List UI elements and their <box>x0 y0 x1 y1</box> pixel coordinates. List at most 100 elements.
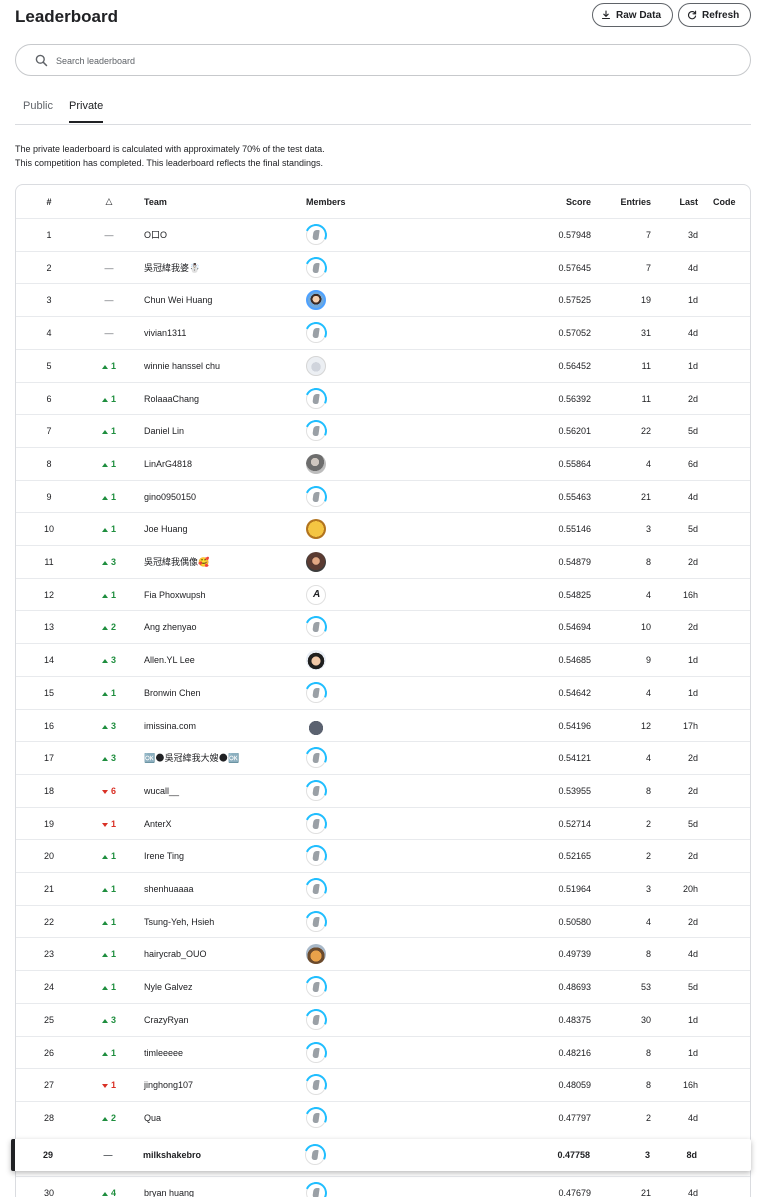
avatar[interactable] <box>306 780 326 801</box>
table-row[interactable]: 27 1 jinghong107 0.48059 8 16h <box>16 1068 750 1100</box>
avatar[interactable] <box>306 911 326 932</box>
team-name[interactable]: vivian1311 <box>144 317 304 348</box>
team-name[interactable]: 吳冠緯我偶像🥰 <box>144 546 304 577</box>
table-row[interactable]: 30 4 bryan huang 0.47679 21 4d <box>16 1176 750 1197</box>
table-row[interactable]: 12 1 Fia Phoxwupsh 0.54825 4 16h <box>16 578 750 610</box>
team-name[interactable]: 🆗🌑吳冠緯我大嫂🌑🆗 <box>144 742 304 773</box>
avatar[interactable] <box>306 289 326 310</box>
team-name[interactable]: LinArG4818 <box>144 448 304 479</box>
team-name[interactable]: jinghong107 <box>144 1069 304 1100</box>
table-row[interactable]: 19 1 AnterX 0.52714 2 5d <box>16 807 750 839</box>
table-row[interactable]: 5 1 winnie hanssel chu 0.56452 11 1d <box>16 349 750 381</box>
team-name[interactable]: Fia Phoxwupsh <box>144 579 304 610</box>
avatar[interactable] <box>306 257 326 278</box>
avatar[interactable] <box>306 584 326 605</box>
avatar[interactable] <box>306 747 326 768</box>
team-name[interactable]: bryan huang <box>144 1177 304 1197</box>
team-name[interactable]: Bronwin Chen <box>144 677 304 708</box>
team-name[interactable]: timleeeee <box>144 1037 304 1068</box>
avatar[interactable] <box>306 355 326 376</box>
avatar[interactable] <box>306 1009 326 1030</box>
team-name[interactable]: Daniel Lin <box>144 415 304 446</box>
team-name[interactable]: Qua <box>144 1102 304 1133</box>
avatar[interactable] <box>306 649 326 670</box>
table-row[interactable]: 23 1 hairycrab_OUO 0.49739 8 4d <box>16 937 750 969</box>
avatar[interactable] <box>306 813 326 834</box>
table-row[interactable]: 9 1 gino0950150 0.55463 21 4d <box>16 480 750 512</box>
tab-public[interactable]: Public <box>23 100 53 121</box>
table-row[interactable]: 13 2 Ang zhenyao 0.54694 10 2d <box>16 610 750 642</box>
table-row[interactable]: 26 1 timleeeee 0.48216 8 1d <box>16 1036 750 1068</box>
table-row[interactable]: 18 6 wucall__ 0.53955 8 2d <box>16 774 750 806</box>
column-header-last[interactable]: Last <box>656 185 698 218</box>
avatar[interactable] <box>306 1182 326 1197</box>
team-name[interactable]: Chun Wei Huang <box>144 284 304 315</box>
team-name[interactable]: hairycrab_OUO <box>144 938 304 969</box>
avatar[interactable] <box>306 551 326 572</box>
table-row[interactable]: 1 — O口O 0.57948 7 3d <box>16 218 750 250</box>
column-header-delta[interactable]: △ <box>82 185 136 218</box>
tab-private[interactable]: Private <box>69 100 104 123</box>
team-name[interactable]: Allen.YL Lee <box>144 644 304 675</box>
table-row[interactable]: 21 1 shenhuaaaa 0.51964 3 20h <box>16 872 750 904</box>
column-header-entries[interactable]: Entries <box>594 185 651 218</box>
search-input[interactable] <box>56 52 726 69</box>
column-header-team[interactable]: Team <box>144 185 304 218</box>
raw-data-button[interactable]: Raw Data <box>592 3 673 27</box>
table-row[interactable]: 2 — 吳冠緯我婆☃️ 0.57645 7 4d <box>16 251 750 283</box>
avatar[interactable] <box>306 715 326 736</box>
team-name[interactable]: Tsung-Yeh, Hsieh <box>144 906 304 937</box>
avatar[interactable] <box>306 518 326 539</box>
avatar[interactable] <box>306 1074 326 1095</box>
avatar[interactable] <box>306 845 326 866</box>
avatar[interactable] <box>306 616 326 637</box>
table-row[interactable]: 10 1 Joe Huang 0.55146 3 5d <box>16 512 750 544</box>
table-row[interactable]: 3 — Chun Wei Huang 0.57525 19 1d <box>16 283 750 315</box>
table-row[interactable]: 14 3 Allen.YL Lee 0.54685 9 1d <box>16 643 750 675</box>
table-row[interactable]: 22 1 Tsung-Yeh, Hsieh 0.50580 4 2d <box>16 905 750 937</box>
team-name[interactable]: wucall__ <box>144 775 304 806</box>
table-row[interactable]: 15 1 Bronwin Chen 0.54642 4 1d <box>16 676 750 708</box>
team-name[interactable]: Ang zhenyao <box>144 611 304 642</box>
table-row[interactable]: 24 1 Nyle Galvez 0.48693 53 5d <box>16 970 750 1002</box>
avatar[interactable] <box>306 453 326 474</box>
avatar[interactable] <box>306 420 326 441</box>
avatar[interactable] <box>305 1145 325 1165</box>
team-name[interactable]: winnie hanssel chu <box>144 350 304 381</box>
avatar[interactable] <box>306 878 326 899</box>
team-name[interactable]: 吳冠緯我婆☃️ <box>144 252 304 283</box>
current-user-row[interactable]: 29 — milkshakebro 0.47758 3 8d <box>11 1139 751 1171</box>
team-name[interactable]: RolaaaChang <box>144 383 304 414</box>
avatar[interactable] <box>306 388 326 409</box>
table-row[interactable]: 8 1 LinArG4818 0.55864 4 6d <box>16 447 750 479</box>
refresh-button[interactable]: Refresh <box>678 3 751 27</box>
avatar[interactable] <box>306 976 326 997</box>
table-row[interactable]: 28 2 Qua 0.47797 2 4d <box>16 1101 750 1133</box>
table-row[interactable]: 17 3 🆗🌑吳冠緯我大嫂🌑🆗 0.54121 4 2d <box>16 741 750 773</box>
avatar[interactable] <box>306 1042 326 1063</box>
table-row[interactable]: 25 3 CrazyRyan 0.48375 30 1d <box>16 1003 750 1035</box>
team-name[interactable]: Irene Ting <box>144 840 304 871</box>
table-row[interactable]: 20 1 Irene Ting 0.52165 2 2d <box>16 839 750 871</box>
team-name[interactable]: Joe Huang <box>144 513 304 544</box>
avatar[interactable] <box>306 224 326 245</box>
column-header-score[interactable]: Score <box>466 185 591 218</box>
avatar[interactable] <box>306 682 326 703</box>
table-row[interactable]: 7 1 Daniel Lin 0.56201 22 5d <box>16 414 750 446</box>
column-header-rank[interactable]: # <box>16 185 82 218</box>
table-row[interactable]: 16 3 imissina.com 0.54196 12 17h <box>16 709 750 741</box>
team-name[interactable]: imissina.com <box>144 710 304 741</box>
table-row[interactable]: 11 3 吳冠緯我偶像🥰 0.54879 8 2d <box>16 545 750 577</box>
team-name[interactable]: O口O <box>144 219 304 250</box>
avatar[interactable] <box>306 943 326 964</box>
team-name[interactable]: AnterX <box>144 808 304 839</box>
team-name[interactable]: milkshakebro <box>143 1139 303 1171</box>
avatar[interactable] <box>306 1107 326 1128</box>
avatar[interactable] <box>306 486 326 507</box>
table-row[interactable]: 4 — vivian1311 0.57052 31 4d <box>16 316 750 348</box>
avatar[interactable] <box>306 322 326 343</box>
team-name[interactable]: Nyle Galvez <box>144 971 304 1002</box>
team-name[interactable]: CrazyRyan <box>144 1004 304 1035</box>
table-row[interactable]: 6 1 RolaaaChang 0.56392 11 2d <box>16 382 750 414</box>
team-name[interactable]: shenhuaaaa <box>144 873 304 904</box>
